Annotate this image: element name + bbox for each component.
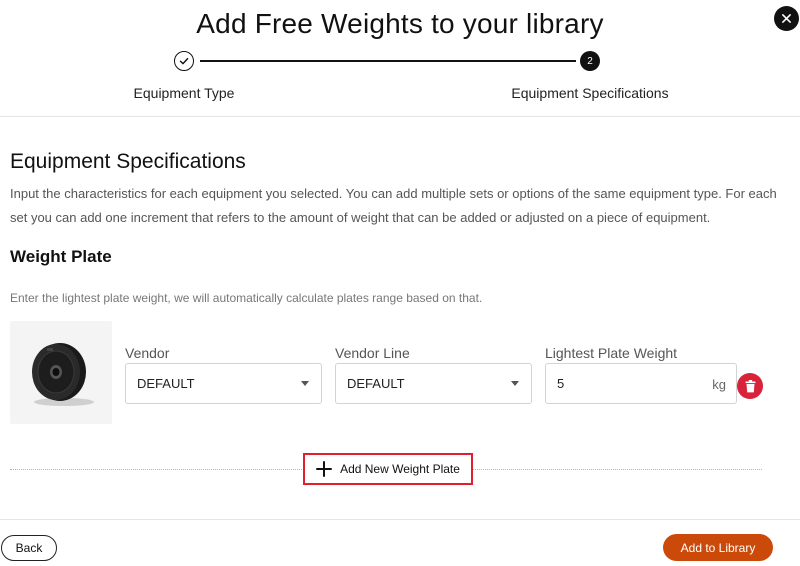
plus-icon	[316, 461, 333, 477]
vendor-line-label: Vendor Line	[335, 345, 410, 361]
chevron-down-icon	[511, 381, 519, 386]
close-icon	[782, 14, 791, 23]
add-new-weight-plate-button[interactable]: Add New Weight Plate	[303, 453, 473, 485]
vendor-line-select-value: DEFAULT	[347, 376, 405, 391]
lightest-plate-weight-label: Lightest Plate Weight	[545, 345, 678, 361]
vendor-select[interactable]: DEFAULT	[125, 363, 322, 404]
footer-divider	[0, 519, 800, 520]
delete-row-button[interactable]	[737, 373, 763, 399]
vendor-line-select[interactable]: DEFAULT	[335, 363, 532, 404]
lightest-plate-weight-value: 5	[557, 376, 565, 391]
section-title: Equipment Specifications	[10, 150, 246, 173]
weight-plate-hint: Enter the lightest plate weight, we will…	[10, 291, 483, 305]
lightest-plate-weight-input[interactable]: 5 kg	[545, 363, 737, 404]
add-new-weight-plate-label: Add New Weight Plate	[340, 462, 460, 476]
trash-icon	[745, 379, 755, 392]
modal-title: Add Free Weights to your library	[196, 8, 604, 39]
chevron-down-icon	[301, 381, 309, 386]
step-1-label[interactable]: Equipment Type	[120, 85, 248, 101]
stepper: 2 Equipment Type Equipment Specification…	[0, 50, 800, 110]
back-button[interactable]: Back	[1, 535, 57, 561]
header-divider	[0, 116, 800, 117]
add-to-library-button[interactable]: Add to Library	[663, 534, 773, 561]
stepper-progress-line	[200, 60, 576, 62]
step-2-indicator: 2	[580, 51, 600, 71]
step-1-indicator	[174, 51, 194, 71]
weight-plate-image	[10, 321, 112, 424]
close-button[interactable]	[774, 6, 799, 31]
weight-plate-icon	[32, 342, 94, 406]
check-icon	[179, 57, 189, 65]
step-2-label: Equipment Specifications	[511, 85, 669, 101]
vendor-label: Vendor	[125, 345, 170, 361]
weight-plate-title: Weight Plate	[10, 247, 112, 266]
weight-unit: kg	[712, 377, 726, 392]
section-description: Input the characteristics for each equip…	[10, 186, 777, 225]
vendor-select-value: DEFAULT	[137, 376, 195, 391]
